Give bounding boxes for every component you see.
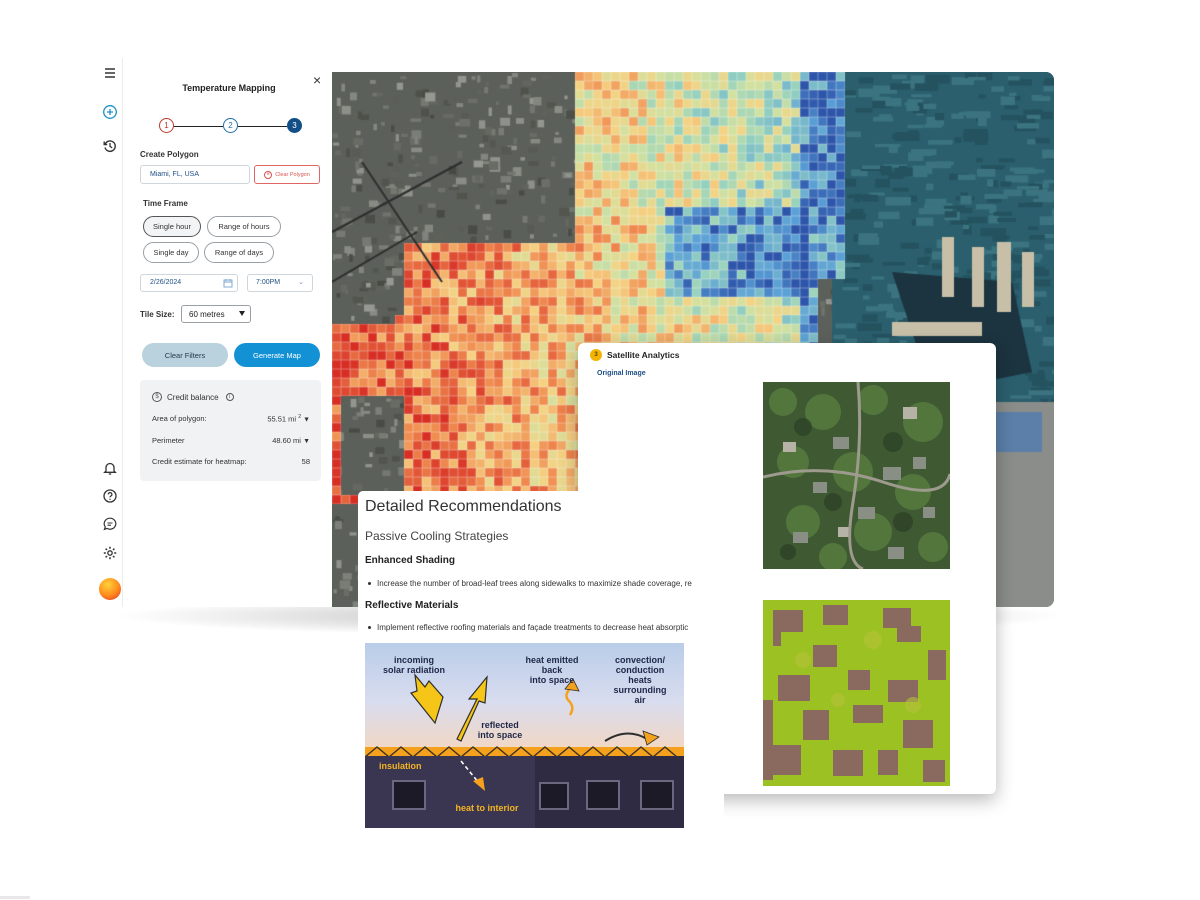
clear-polygon-button[interactable]: × Clear Polygon <box>254 165 320 184</box>
history-icon[interactable] <box>101 137 119 155</box>
date-value: 2/26/2024 <box>150 279 182 286</box>
perimeter-number: 48.60 mi <box>272 436 301 445</box>
menu-icon[interactable] <box>101 64 119 82</box>
satellite-image <box>763 382 950 569</box>
caret-down-icon[interactable]: ▼ <box>303 417 310 424</box>
heading-enhanced-shading: Enhanced Shading <box>365 555 456 566</box>
recommendations-panel: Detailed Recommendations Passive Cooling… <box>358 491 724 836</box>
credit-title: Credit balance <box>167 392 219 402</box>
stepper: 1 2 3 <box>159 118 303 134</box>
info-icon[interactable]: i <box>225 393 234 401</box>
close-circle-icon: × <box>264 170 273 179</box>
close-button[interactable]: × <box>313 73 321 87</box>
label-reflected-text: reflected into space <box>477 720 523 740</box>
step-1[interactable]: 1 <box>159 118 174 133</box>
bullet-reflective-text: Implement reflective roofing materials a… <box>377 623 689 632</box>
tile-size-value: 60 metres <box>189 310 225 319</box>
edge-artifact <box>0 896 30 899</box>
chevron-down-icon: ⌄ <box>298 279 304 286</box>
feedback-icon[interactable] <box>101 515 119 533</box>
credit-summary: $ Credit balance i Area of polygon: 55.5… <box>140 380 321 481</box>
label-insulation: insulation <box>379 761 422 771</box>
caret-down-icon <box>239 311 245 316</box>
time-select[interactable]: 7:00PM ⌄ <box>247 274 313 292</box>
coin-icon: $ <box>152 392 162 402</box>
label-convection-text: convection/ conduction heats surrounding… <box>613 655 667 705</box>
perimeter-label: Perimeter <box>152 436 185 445</box>
icon-rail <box>97 58 123 607</box>
time-value: 7:00PM <box>256 279 281 286</box>
estimate-row: Credit estimate for heatmap: 58 <box>152 457 310 466</box>
label-emitted: heat emitted back into space <box>517 655 587 685</box>
label-emitted-text: heat emitted back into space <box>525 655 579 685</box>
calendar-icon[interactable] <box>223 278 233 288</box>
clear-polygon-label: Clear Polygon <box>275 171 310 178</box>
chip-single-hour[interactable]: Single hour <box>143 216 201 237</box>
perimeter-value: 48.60 mi ▼ <box>272 436 310 445</box>
tile-size-select[interactable]: 60 metres <box>181 305 251 323</box>
create-polygon-label: Create Polygon <box>140 150 199 159</box>
add-circle-icon[interactable] <box>101 103 119 121</box>
time-frame-label: Time Frame <box>143 199 188 208</box>
bullet-shading: Increase the number of broad-leaf trees … <box>368 579 692 588</box>
settings-icon[interactable] <box>101 544 119 562</box>
step-3[interactable]: 3 <box>287 118 302 133</box>
bell-icon[interactable] <box>101 459 119 477</box>
bullet-shading-text: Increase the number of broad-leaf trees … <box>377 579 692 588</box>
step-connector <box>238 125 287 127</box>
clear-filters-button[interactable]: Clear Filters <box>142 343 228 367</box>
label-heat-interior: heat to interior <box>455 803 519 813</box>
chip-range-of-hours[interactable]: Range of hours <box>207 216 281 237</box>
area-row: Area of polygon: 55.51 mi 2 ▼ <box>152 414 310 424</box>
generate-map-button[interactable]: Generate Map <box>234 343 320 367</box>
credit-header: $ Credit balance i <box>152 392 234 402</box>
area-value: 55.51 mi 2 ▼ <box>267 414 310 424</box>
avatar[interactable] <box>99 578 121 600</box>
label-convection: convection/ conduction heats surrounding… <box>605 655 675 705</box>
area-label: Area of polygon: <box>152 414 207 423</box>
heading-reflective-materials: Reflective Materials <box>365 600 459 611</box>
estimate-label: Credit estimate for heatmap: <box>152 457 247 466</box>
estimate-value: 58 <box>301 457 310 466</box>
chip-range-of-days[interactable]: Range of days <box>204 242 274 263</box>
satellite-title: 3 Satellite Analytics <box>590 349 679 361</box>
panel-title: Temperature Mapping <box>182 83 276 93</box>
label-incoming-text: incoming solar radiation <box>382 655 445 675</box>
bullet-dot <box>368 626 371 630</box>
chip-single-day[interactable]: Single day <box>143 242 199 263</box>
label-incoming: incoming solar radiation <box>379 655 449 675</box>
segmentation-image <box>763 600 950 786</box>
screenshot-stage: Temperature Mapping × 1 2 3 Create Polyg… <box>0 0 1200 900</box>
passive-cooling-diagram: incoming solar radiation reflected into … <box>365 643 684 828</box>
bullet-dot <box>368 582 371 586</box>
tile-size-label: Tile Size: <box>140 310 175 319</box>
temperature-mapping-panel: Temperature Mapping × 1 2 3 Create Polyg… <box>123 58 332 607</box>
original-image-link[interactable]: Original Image <box>597 370 646 377</box>
bullet-reflective: Implement reflective roofing materials a… <box>368 623 688 632</box>
step-connector <box>174 125 223 127</box>
recommendations-title: Detailed Recommendations <box>365 498 562 515</box>
area-unit-sup: 2 <box>298 414 301 420</box>
help-icon[interactable] <box>101 487 119 505</box>
recommendations-subtitle: Passive Cooling Strategies <box>365 529 509 543</box>
caret-down-icon[interactable]: ▼ <box>303 438 310 445</box>
label-reflected: reflected into space <box>465 720 535 740</box>
location-input[interactable]: Miami, FL, USA <box>140 165 250 184</box>
area-number: 55.51 mi <box>267 414 297 424</box>
step-2[interactable]: 2 <box>223 118 238 133</box>
perimeter-row: Perimeter 48.60 mi ▼ <box>152 436 310 445</box>
step-badge: 3 <box>590 349 602 361</box>
satellite-title-text: Satellite Analytics <box>607 350 680 360</box>
date-input[interactable]: 2/26/2024 <box>140 274 238 292</box>
